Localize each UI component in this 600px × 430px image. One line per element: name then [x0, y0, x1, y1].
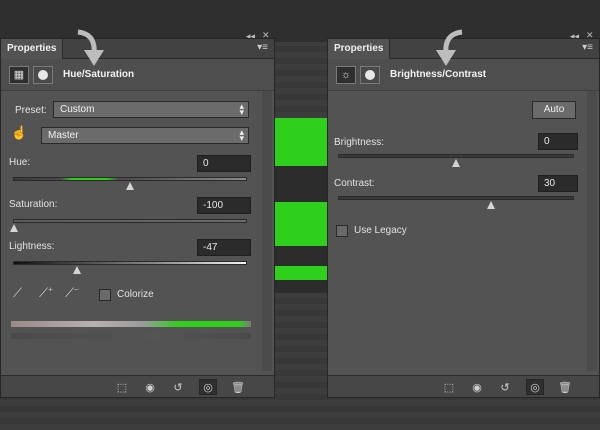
clip-to-layer-icon[interactable]: ⬚ [113, 379, 131, 395]
contrast-slider-thumb[interactable] [487, 201, 496, 209]
canvas-image [272, 118, 332, 293]
trash-icon[interactable]: 🗑 [229, 379, 247, 395]
lightness-slider[interactable] [13, 261, 247, 274]
tab-properties[interactable]: Properties [328, 39, 391, 59]
preset-select[interactable]: Custom ▴ ▾ [53, 101, 249, 118]
reset-icon[interactable]: ↺ [496, 379, 514, 395]
colorize-checkbox[interactable] [99, 289, 111, 301]
brightness-label: Brightness: [334, 137, 385, 148]
trash-icon[interactable]: 🗑 [556, 379, 574, 395]
visibility-eye-icon[interactable]: ◎ [199, 379, 217, 395]
saturation-slider[interactable] [10, 219, 247, 232]
color-range-bar-output [11, 333, 251, 339]
hue-label: Hue: [9, 157, 31, 168]
pointer-arrow-icon [436, 29, 463, 66]
hue-slider[interactable] [13, 177, 247, 190]
saturation-input[interactable]: -100 [197, 197, 251, 214]
green-block [272, 118, 332, 166]
hue-input[interactable]: 0 [197, 155, 251, 172]
eyedropper-minus-icon[interactable]: ⟋⁻ [65, 285, 79, 301]
color-range-bar-input [11, 321, 251, 327]
saturation-label: Saturation: [9, 199, 58, 210]
use-legacy-label: Use Legacy [354, 225, 407, 236]
reset-icon[interactable]: ↺ [169, 379, 187, 395]
contrast-label: Contrast: [334, 178, 375, 189]
select-arrows-icon: ▴ ▾ [239, 127, 244, 143]
panel-body: Auto Brightness: 0 Contrast: 30 Use Lega… [328, 91, 599, 397]
visibility-eye-icon[interactable]: ◎ [526, 379, 544, 395]
tab-bar: Properties ▾≡ [1, 39, 274, 59]
panel-header: ▦ Hue/Saturation [1, 59, 274, 91]
green-block [272, 266, 332, 280]
eyedropper-icon[interactable]: ⟋ [13, 285, 22, 301]
pointer-arrow-icon [77, 29, 104, 66]
clip-to-layer-icon[interactable]: ⬚ [440, 379, 458, 395]
properties-panel-hue-saturation: Properties ▾≡ ▦ Hue/Saturation Preset: C… [0, 38, 275, 398]
adjustment-layer-icon[interactable]: ▦ [9, 65, 29, 84]
panel-title: Hue/Saturation [63, 69, 135, 80]
view-previous-icon[interactable]: ◉ [141, 379, 159, 395]
channel-select[interactable]: Master ▴ ▾ [41, 127, 249, 144]
green-block [272, 202, 332, 246]
contrast-slider[interactable] [338, 196, 574, 209]
panel-footer: ⬚ ◉ ↺ ◎ 🗑 [1, 375, 274, 397]
panel-body: Preset: Custom ▴ ▾ ☝ Master ▴ ▾ Hue: 0 Sat… [1, 91, 274, 397]
brightness-slider[interactable] [338, 154, 574, 167]
auto-button[interactable]: Auto [532, 101, 576, 119]
brightness-input[interactable]: 0 [538, 133, 578, 150]
saturation-slider-thumb[interactable] [10, 224, 18, 232]
channel-value: Master [48, 130, 79, 141]
scrollbar[interactable] [587, 91, 597, 371]
preset-label: Preset: [15, 105, 47, 116]
scrollbar[interactable] [262, 91, 272, 371]
tab-properties[interactable]: Properties [1, 39, 64, 59]
sun-icon[interactable]: ☼ [336, 65, 356, 84]
brightness-slider-thumb[interactable] [452, 159, 460, 167]
lightness-input[interactable]: -47 [197, 239, 251, 256]
lightness-slider-thumb[interactable] [72, 266, 81, 274]
targeted-adjust-hand-icon[interactable]: ☝ [11, 125, 27, 141]
view-previous-icon[interactable]: ◉ [468, 379, 486, 395]
eyedropper-plus-icon[interactable]: ⟋⁺ [39, 285, 53, 301]
lightness-label: Lightness: [9, 241, 55, 252]
preset-value: Custom [60, 104, 95, 115]
contrast-input[interactable]: 30 [538, 175, 578, 192]
layer-mask-icon[interactable] [360, 65, 380, 84]
colorize-label: Colorize [117, 289, 154, 300]
select-arrows-icon: ▴ ▾ [239, 101, 244, 117]
hue-slider-thumb[interactable] [126, 182, 134, 190]
panel-title: Brightness/Contrast [390, 69, 487, 80]
layer-mask-icon[interactable] [33, 65, 53, 84]
properties-panel-brightness-contrast: Properties ▾≡ ☼ Brightness/Contrast Auto… [327, 38, 600, 398]
panel-footer: ⬚ ◉ ↺ ◎ 🗑 [328, 375, 599, 397]
panel-menu-icon[interactable]: ▾≡ [257, 42, 268, 53]
panel-menu-icon[interactable]: ▾≡ [582, 42, 593, 53]
use-legacy-checkbox[interactable] [336, 225, 348, 237]
